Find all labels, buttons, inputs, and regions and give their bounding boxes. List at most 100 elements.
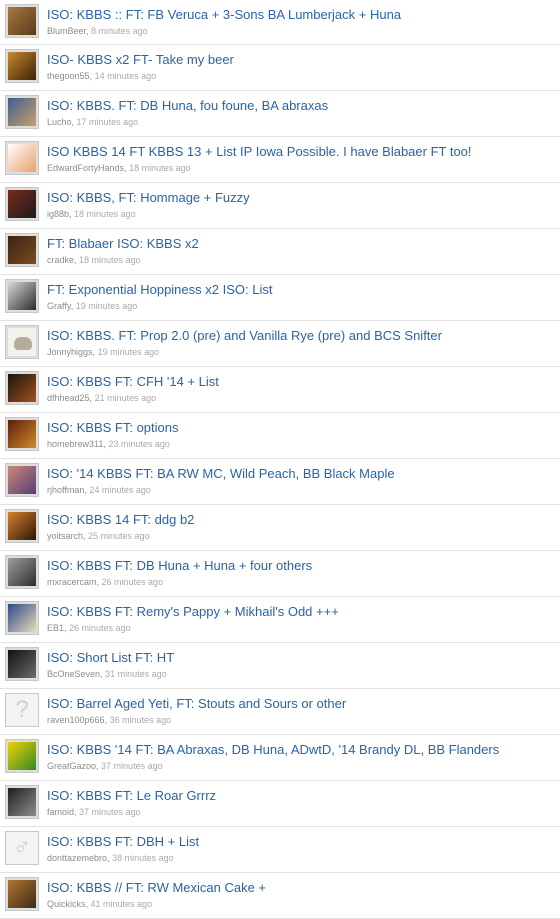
avatar[interactable] [5,95,39,129]
thread-title-link[interactable]: FT: Exponential Hoppiness x2 ISO: List [47,282,556,298]
thread-title-link[interactable]: ISO: KBBS :: FT: FB Veruca + 3-Sons BA L… [47,7,556,23]
beer-glass-photo-icon [8,512,36,540]
avatar[interactable] [5,279,39,313]
thread-author[interactable]: dfhhead25 [47,393,90,403]
thread-author[interactable]: cradke [47,255,74,265]
thread-row[interactable]: ISO: KBBS // FT: RW Mexican Cake + Quicki… [0,873,560,919]
thread-author[interactable]: Lucho [47,117,72,127]
thread-title-link[interactable]: ISO: KBBS 14 FT: ddg b2 [47,512,556,528]
thread-row[interactable]: ISO: KBBS. FT: DB Huna, fou foune, BA ab… [0,91,560,137]
thread-author[interactable]: EB1 [47,623,64,633]
thread-row[interactable]: ISO: KBBS FT: DB Huna + Huna + four othe… [0,551,560,597]
thread-row[interactable]: ISO: KBBS FT: CFH '14 + List dfhhead25, 2… [0,367,560,413]
thread-timestamp: 26 minutes ago [69,623,131,633]
thread-title-link[interactable]: ISO: KBBS FT: options [47,420,556,436]
thread-author[interactable]: BlumBeer [47,26,86,36]
thread-meta: yoitsarch, 25 minutes ago [47,531,556,542]
thread-author[interactable]: ig88b [47,209,69,219]
thread-row[interactable]: ♂ ISO: KBBS FT: DBH + List donttazemebro, … [0,827,560,873]
thread-author[interactable]: rjhoffman [47,485,84,495]
beer-bottle-photo-icon [8,52,36,80]
thread-title-link[interactable]: ISO: KBBS '14 FT: BA Abraxas, DB Huna, A… [47,742,556,758]
thread-title-link[interactable]: ISO: '14 KBBS FT: BA RW MC, Wild Peach, … [47,466,556,482]
thread-title-link[interactable]: ISO: Barrel Aged Yeti, FT: Stouts and So… [47,696,556,712]
thread-row[interactable]: ISO KBBS 14 FT KBBS 13 + List IP Iowa Po… [0,137,560,183]
thread-row[interactable]: ISO: Short List FT: HT BcOneSeven, 31 min… [0,643,560,689]
thread-title-link[interactable]: ISO: Short List FT: HT [47,650,556,666]
thread-timestamp: 37 minutes ago [101,761,163,771]
thread-author[interactable]: Quickicks [47,899,86,909]
avatar[interactable]: ? [5,693,39,727]
avatar[interactable] [5,463,39,497]
thread-title-link[interactable]: ISO: KBBS FT: Le Roar Grrrz [47,788,556,804]
thread-meta: dfhhead25, 21 minutes ago [47,393,556,404]
avatar[interactable] [5,877,39,911]
thread-row[interactable]: ISO: KBBS 14 FT: ddg b2 yoitsarch, 25 min… [0,505,560,551]
avatar[interactable] [5,49,39,83]
thread-author[interactable]: thegoon55 [47,71,90,81]
avatar[interactable] [5,417,39,451]
avatar[interactable] [5,555,39,589]
thread-title-link[interactable]: ISO: KBBS FT: Remy's Pappy + Mikhail's O… [47,604,556,620]
thread-row[interactable]: ISO: KBBS '14 FT: BA Abraxas, DB Huna, A… [0,735,560,781]
avatar[interactable] [5,739,39,773]
thread-row[interactable]: ISO: KBBS FT: Le Roar Grrrz famoid, 37 mi… [0,781,560,827]
question-mark-icon: ? [6,694,38,726]
avatar[interactable] [5,601,39,635]
thread-author[interactable]: donttazemebro [47,853,107,863]
avatar[interactable] [5,509,39,543]
thread-row[interactable]: ISO: KBBS. FT: Prop 2.0 (pre) and Vanill… [0,321,560,367]
thread-row[interactable]: ISO: KBBS FT: options homebrew311, 23 min… [0,413,560,459]
thread-timestamp: 17 minutes ago [76,117,139,127]
thread-row[interactable]: FT: Blabaer ISO: KBBS x2 cradke, 18 minut… [0,229,560,275]
avatar[interactable]: ♂ [5,831,39,865]
thread-author[interactable]: yoitsarch [47,531,83,541]
thread-timestamp: 19 minutes ago [97,347,160,357]
avatar[interactable] [5,187,39,221]
thread-author[interactable]: BcOneSeven [47,669,100,679]
thread-title-link[interactable]: ISO- KBBS x2 FT- Take my beer [47,52,556,68]
thread-title-link[interactable]: FT: Blabaer ISO: KBBS x2 [47,236,556,252]
thread-title-link[interactable]: ISO KBBS 14 FT KBBS 13 + List IP Iowa Po… [47,144,556,160]
thread-title-link[interactable]: ISO: KBBS FT: DBH + List [47,834,556,850]
thread-author[interactable]: mxracercam [47,577,97,587]
thread-row[interactable]: FT: Exponential Hoppiness x2 ISO: List Gr… [0,275,560,321]
thread-meta: raven100p666, 36 minutes ago [47,715,556,726]
thread-row[interactable]: ISO: KBBS FT: Remy's Pappy + Mikhail's O… [0,597,560,643]
avatar[interactable] [5,647,39,681]
thread-timestamp: 21 minutes ago [94,393,157,403]
thread-title-link[interactable]: ISO: KBBS. FT: DB Huna, fou foune, BA ab… [47,98,556,114]
thread-author[interactable]: EdwardFortyHands [47,163,124,173]
avatar[interactable] [5,785,39,819]
thread-meta: Quickicks, 41 minutes ago [47,899,556,910]
thread-row[interactable]: ISO: '14 KBBS FT: BA RW MC, Wild Peach, … [0,459,560,505]
thread-timestamp: 18 minutes ago [79,255,141,265]
thread-author[interactable]: homebrew311 [47,439,103,449]
thread-meta: Lucho, 17 minutes ago [47,117,556,128]
thread-title-link[interactable]: ISO: KBBS FT: CFH '14 + List [47,374,556,390]
thread-author[interactable]: Jonnyhiggs [47,347,93,357]
avatar[interactable] [5,141,39,175]
thread-author[interactable]: GreatGazoo [47,761,96,771]
thread-row[interactable]: ISO: KBBS, FT: Hommage + Fuzzy ig88b, 18 … [0,183,560,229]
bottles-row-photo-icon [8,420,36,448]
avatar[interactable] [5,4,39,38]
face-photo-icon [8,466,36,494]
thread-title-link[interactable]: ISO: KBBS, FT: Hommage + Fuzzy [47,190,556,206]
thread-title-link[interactable]: ISO: KBBS. FT: Prop 2.0 (pre) and Vanill… [47,328,556,344]
thread-meta: thegoon55, 14 minutes ago [47,71,556,82]
avatar[interactable] [5,371,39,405]
thread-title-link[interactable]: ISO: KBBS FT: DB Huna + Huna + four othe… [47,558,556,574]
thread-timestamp: 26 minutes ago [101,577,164,587]
thread-author[interactable]: raven100p666 [47,715,105,725]
thread-title-link[interactable]: ISO: KBBS // FT: RW Mexican Cake + [47,880,556,896]
thread-timestamp: 23 minutes ago [108,439,170,449]
thread-author[interactable]: famoid [47,807,74,817]
avatar[interactable] [5,233,39,267]
thread-author[interactable]: Graffy [47,301,71,311]
thread-timestamp: 14 minutes ago [94,71,157,81]
thread-row[interactable]: ISO: KBBS :: FT: FB Veruca + 3-Sons BA L… [0,0,560,45]
thread-row[interactable]: ? ISO: Barrel Aged Yeti, FT: Stouts and S… [0,689,560,735]
thread-row[interactable]: ISO- KBBS x2 FT- Take my beer thegoon55, … [0,45,560,91]
avatar[interactable] [5,325,39,359]
